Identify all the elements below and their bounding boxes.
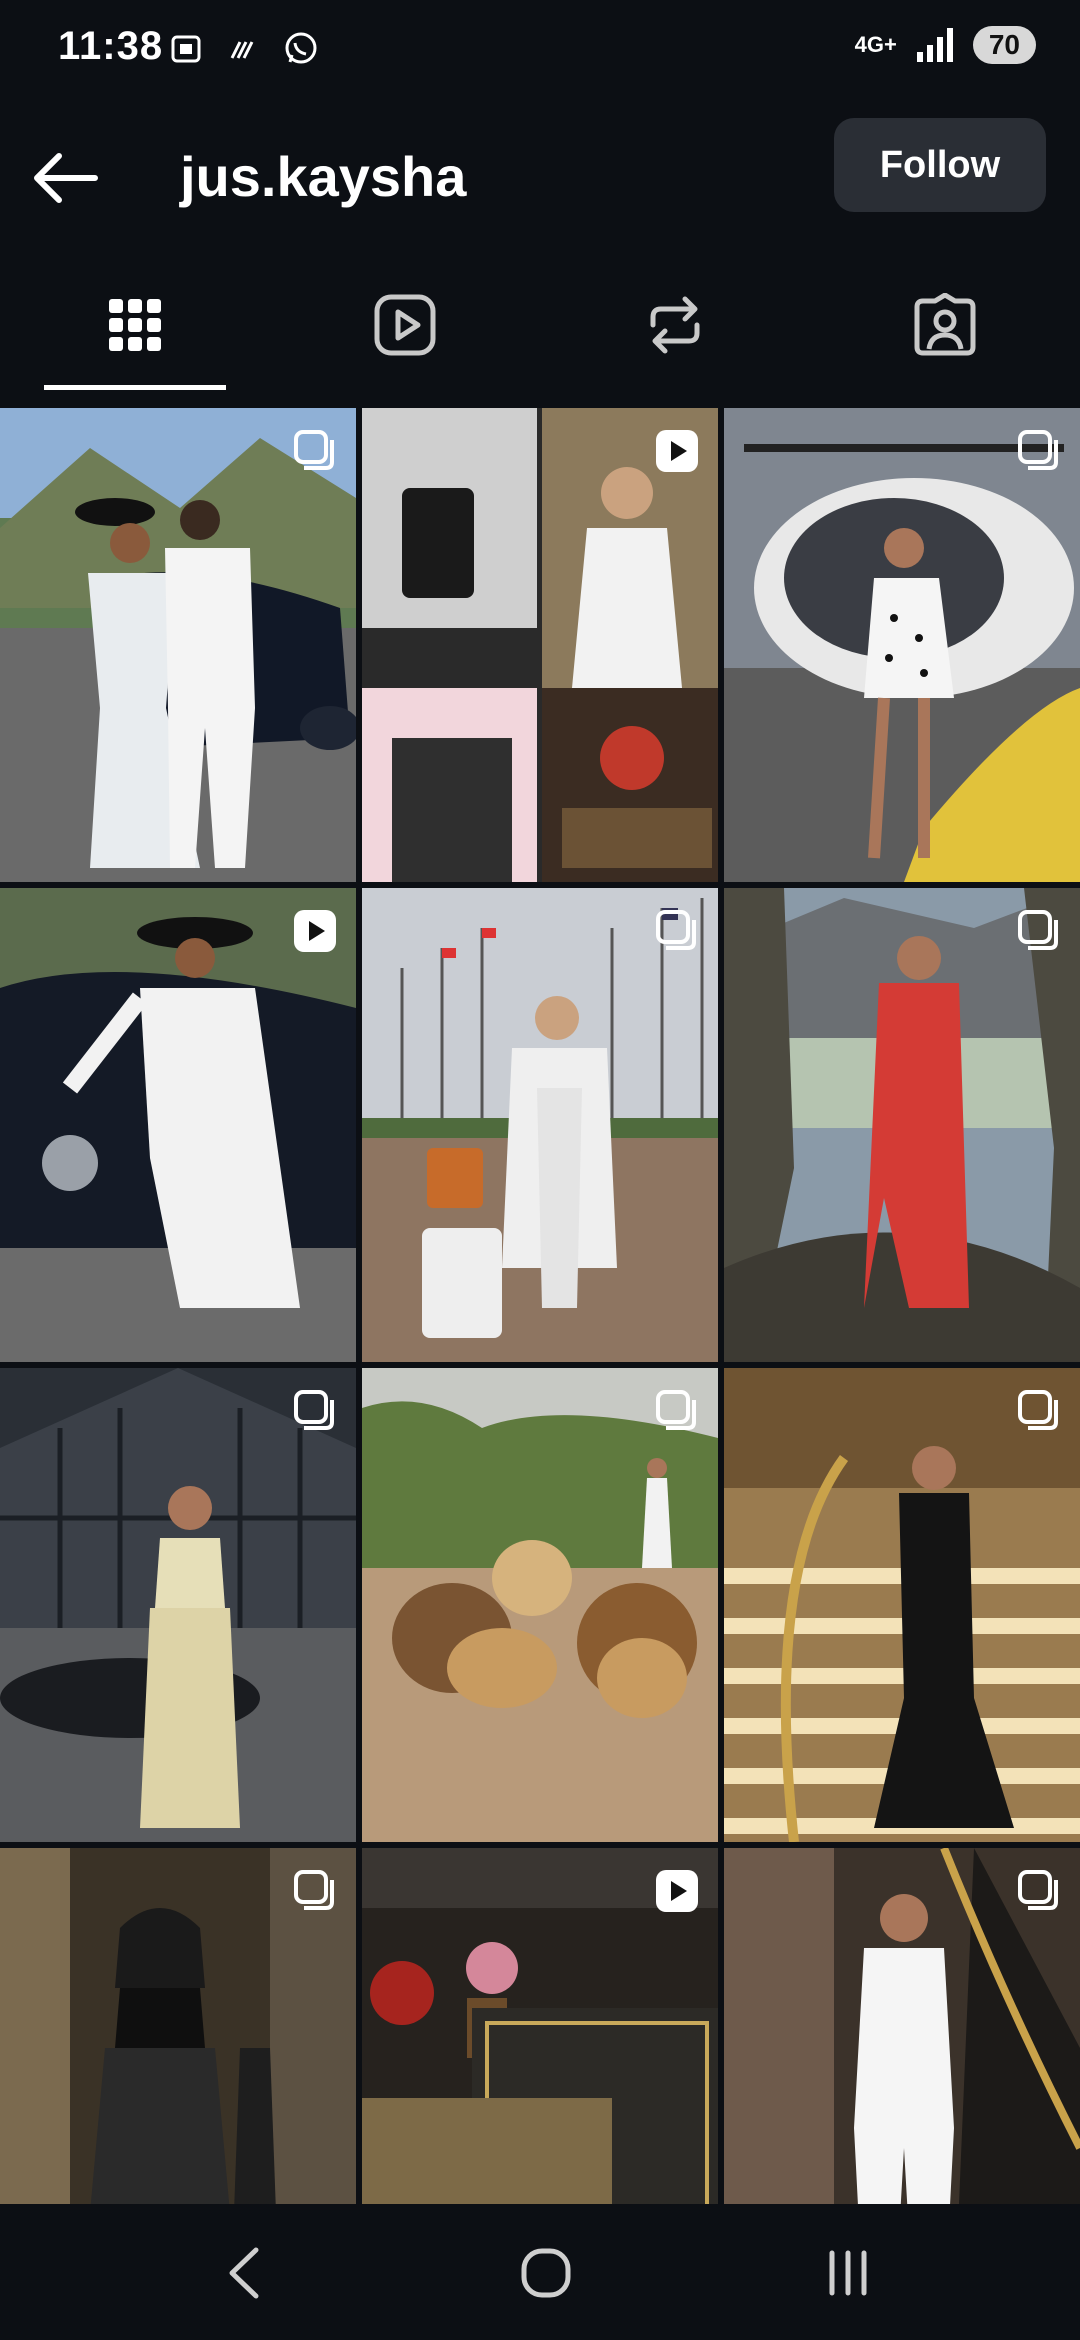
back-button[interactable] [30,142,102,214]
status-left-icons [168,30,320,68]
signal-icon [916,28,953,62]
reels-icon [374,294,436,356]
tab-reposts[interactable] [540,260,810,390]
nav-back-button[interactable] [184,2238,304,2308]
grid-post[interactable] [362,1368,718,1842]
carousel-badge-icon [294,430,334,470]
reel-badge-icon [656,1870,698,1912]
carousel-badge-icon [294,1870,334,1910]
post-thumbnail [724,888,1080,1362]
system-nav-bar [0,2204,1080,2340]
screenshot-icon [171,35,201,63]
profile-username: jus.kaysha [180,145,467,208]
grid-icon [109,299,161,351]
battery-icon: 70 [972,26,1036,64]
grid-post[interactable] [0,1848,356,2204]
grid-post[interactable] [724,1848,1080,2204]
carousel-badge-icon [1018,430,1058,470]
carousel-badge-icon [1018,1390,1058,1430]
whatsapp-icon [285,32,317,64]
status-time: 11:38 [58,24,164,68]
post-thumbnail [0,888,356,1362]
grid-post[interactable] [362,408,718,882]
post-thumbnail [362,1368,718,1842]
grid-post[interactable] [724,408,1080,882]
carousel-badge-icon [1018,910,1058,950]
post-thumbnail [362,888,718,1362]
grid-post[interactable] [0,888,356,1362]
grid-post[interactable] [0,1368,356,1842]
repost-icon [650,296,700,354]
grid-post[interactable] [724,1368,1080,1842]
grid-post[interactable] [362,1848,718,2204]
nav-home-button[interactable] [486,2238,606,2308]
follow-button[interactable]: Follow [834,118,1046,212]
nav-recents-button[interactable] [788,2238,908,2308]
carousel-badge-icon [294,1390,334,1430]
profile-tabs [0,260,1080,390]
nfc-icon [230,41,254,59]
tab-tagged[interactable] [810,260,1080,390]
carousel-badge-icon [1018,1870,1058,1910]
profile-header: jus.kaysha Follow [0,100,1080,260]
post-thumbnail [362,408,718,882]
grid-post[interactable] [0,408,356,882]
posts-grid [0,392,1080,2204]
carousel-badge-icon [656,910,696,950]
home-circle-icon [521,2248,571,2298]
tab-posts-grid[interactable] [0,260,270,390]
reel-badge-icon [294,910,336,952]
tagged-person-icon [914,293,976,356]
post-thumbnail [724,1368,1080,1842]
arrow-left-icon [34,153,98,203]
grid-post[interactable] [362,888,718,1362]
status-right-icons: 4G+ 70 [855,26,1036,64]
tab-reels[interactable] [270,260,540,390]
active-tab-indicator [44,385,226,390]
carousel-badge-icon [656,1390,696,1430]
post-thumbnail [724,408,1080,882]
reel-badge-icon [656,430,698,472]
grid-post[interactable] [724,888,1080,1362]
chevron-left-icon [229,2247,259,2299]
status-bar: 11:38 4G+ 70 [0,0,1080,100]
network-type: 4G+ [854,32,897,57]
recents-icon [829,2250,867,2296]
post-thumbnail [0,408,356,882]
post-thumbnail [0,1368,356,1842]
